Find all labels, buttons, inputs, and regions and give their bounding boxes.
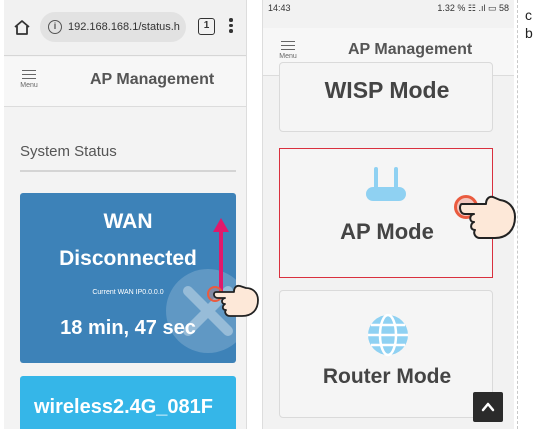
app-header: Menu AP Management: [4, 57, 246, 107]
wan-ip: Current WAN IP0.0.0.0: [92, 289, 164, 296]
pointing-hand-icon: [213, 284, 259, 317]
wan-title: WAN: [103, 210, 153, 233]
mode-label: WISP Mode: [324, 77, 450, 103]
status-indicators: 1.32 % ☷ .ıl ▭ 58: [437, 3, 509, 13]
menu-label: Menu: [279, 52, 297, 60]
section-title: System Status: [20, 143, 117, 160]
status-time: 14:43: [268, 3, 291, 13]
page-title: AP Management: [348, 41, 473, 58]
router-mode-card[interactable]: Router Mode: [279, 290, 493, 418]
mode-label: Router Mode: [322, 365, 452, 388]
info-icon[interactable]: i: [48, 20, 62, 34]
hamburger-icon: [22, 69, 36, 79]
page-title: AP Management: [90, 71, 215, 88]
menu-button[interactable]: Menu: [277, 38, 299, 60]
address-bar[interactable]: i 192.168.168.1/status.h: [40, 12, 186, 42]
wan-status-card[interactable]: WAN Disconnected Current WAN IP0.0.0.0 1…: [20, 193, 236, 363]
more-options-icon[interactable]: [228, 16, 234, 38]
globe-icon: [368, 313, 408, 357]
tab-switcher-button[interactable]: 1: [198, 18, 215, 35]
pointing-hand-icon: [459, 195, 516, 239]
scroll-to-top-button[interactable]: [473, 392, 503, 422]
cropped-text: c b: [525, 7, 533, 41]
chevron-up-icon: [481, 402, 495, 412]
wisp-mode-card[interactable]: WISP Mode: [279, 62, 493, 132]
wifi-ssid: wireless2.4G_081F: [34, 396, 214, 418]
left-phone-screen: i 192.168.168.1/status.h 1 Menu AP Manag…: [4, 0, 247, 429]
menu-button[interactable]: Menu: [18, 67, 40, 89]
menu-label: Menu: [20, 81, 38, 89]
browser-toolbar: i 192.168.168.1/status.h 1: [4, 0, 246, 56]
panel-divider: [517, 0, 518, 429]
wan-connection-state: Disconnected: [59, 247, 197, 270]
url-text: 192.168.168.1/status.h: [68, 21, 180, 33]
router-antenna-icon: [366, 167, 406, 201]
wan-uptime: 18 min, 47 sec: [60, 317, 196, 339]
status-bar: 14:43 1.32 % ☷ .ıl ▭ 58: [263, 0, 514, 16]
wifi-status-card[interactable]: wireless2.4G_081F: [20, 376, 236, 429]
home-icon[interactable]: [12, 18, 32, 38]
section-divider: [20, 170, 236, 172]
hamburger-icon: [281, 40, 295, 50]
